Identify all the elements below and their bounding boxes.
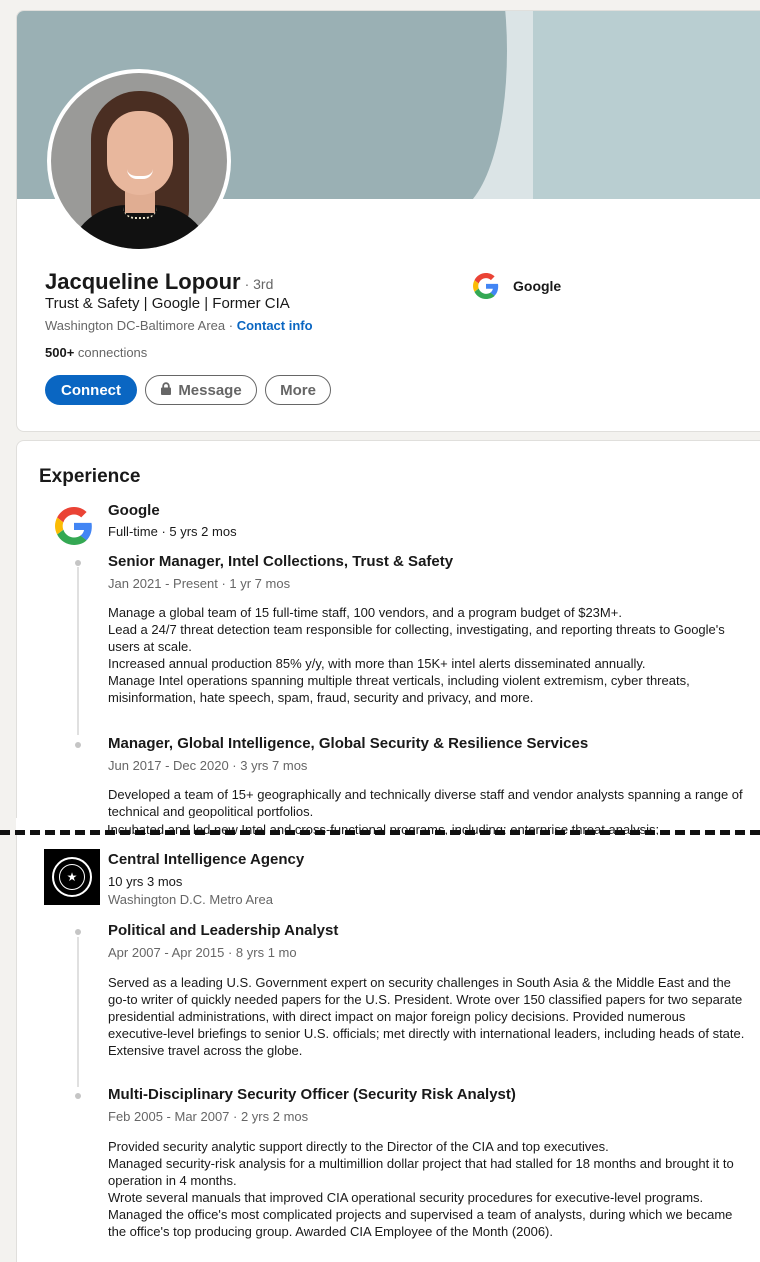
screenshot-cut-separator	[0, 830, 760, 835]
timeline-line	[77, 937, 79, 1087]
contact-info-link[interactable]: Contact info	[237, 318, 313, 333]
profile-name-text: Jacqueline Lopour	[45, 269, 241, 294]
company-name[interactable]: Google	[108, 502, 160, 519]
avatar[interactable]	[47, 69, 231, 253]
role-dates: Jun 2017 - Dec 2020 · 3 yrs 7 mos	[108, 758, 308, 773]
message-button[interactable]: Message	[145, 375, 257, 405]
role-description: Developed a team of 15+ geographically a…	[108, 786, 748, 820]
timeline-dot	[75, 742, 81, 748]
connection-degree: · 3rd	[244, 276, 274, 292]
desc-line: Provided security analytic support direc…	[108, 1139, 609, 1154]
role-dates: Apr 2007 - Apr 2015 · 8 yrs 1 mo	[108, 945, 297, 960]
desc-line: Managed the office's most complicated pr…	[108, 1207, 733, 1239]
role-description: Provided security analytic support direc…	[108, 1138, 748, 1240]
google-logo-icon[interactable]	[55, 507, 93, 545]
role-description: Manage a global team of 15 full-time sta…	[108, 604, 748, 706]
company-name[interactable]: Central Intelligence Agency	[108, 851, 304, 868]
connections-number: 500+	[45, 345, 75, 360]
location-text: Washington DC-Baltimore Area ·	[45, 318, 234, 333]
connections-label: connections	[74, 345, 148, 360]
message-button-label: Message	[178, 381, 242, 399]
google-logo-icon	[473, 273, 499, 299]
more-button[interactable]: More	[265, 375, 331, 405]
experience-section: Experience Google Full-time · 5 yrs 2 mo…	[16, 440, 760, 1262]
desc-line: Manage Intel operations spanning multipl…	[108, 673, 690, 705]
desc-line: Increased annual production 85% y/y, wit…	[108, 656, 646, 671]
current-company-label: Google	[513, 278, 562, 294]
profile-headline: Trust & Safety | Google | Former CIA	[45, 295, 290, 312]
role-description: Served as a leading U.S. Government expe…	[108, 975, 745, 1058]
company-location: Washington D.C. Metro Area	[108, 892, 273, 907]
connect-button[interactable]: Connect	[45, 375, 137, 405]
profile-name: Jacqueline Lopour · 3rd	[45, 269, 273, 295]
current-company[interactable]: Google	[473, 273, 561, 299]
profile-card: Jacqueline Lopour · 3rd Trust & Safety | …	[16, 10, 760, 432]
connections-count[interactable]: 500+ connections	[45, 345, 147, 360]
role-title: Senior Manager, Intel Collections, Trust…	[108, 553, 454, 570]
desc-line: Manage a global team of 15 full-time sta…	[108, 605, 622, 620]
profile-location: Washington DC-Baltimore Area · Contact i…	[45, 318, 313, 333]
role-title: Multi-Disciplinary Security Officer (Sec…	[108, 1086, 516, 1103]
role-dates: Feb 2005 - Mar 2007 · 2 yrs 2 mos	[108, 1109, 309, 1124]
company-duration: 10 yrs 3 mos	[108, 874, 183, 889]
timeline-dot	[75, 929, 81, 935]
timeline-dot	[75, 1093, 81, 1099]
experience-title: Experience	[39, 466, 141, 487]
desc-line: Wrote several manuals that improved CIA …	[108, 1190, 704, 1205]
lock-icon	[160, 381, 172, 399]
cia-seal-icon[interactable]: ★	[44, 849, 100, 905]
desc-line: Managed security-risk analysis for a mul…	[108, 1156, 734, 1188]
desc-line: Lead a 24/7 threat detection team respon…	[108, 622, 725, 654]
timeline-line	[77, 567, 79, 735]
company-duration: Full-time · 5 yrs 2 mos	[108, 524, 237, 539]
role-title: Manager, Global Intelligence, Global Sec…	[108, 735, 589, 752]
role-title: Political and Leadership Analyst	[108, 922, 339, 939]
role-dates: Jan 2021 - Present · 1 yr 7 mos	[108, 576, 291, 591]
timeline-dot	[75, 560, 81, 566]
desc-line: Developed a team of 15+ geographically a…	[108, 787, 743, 819]
